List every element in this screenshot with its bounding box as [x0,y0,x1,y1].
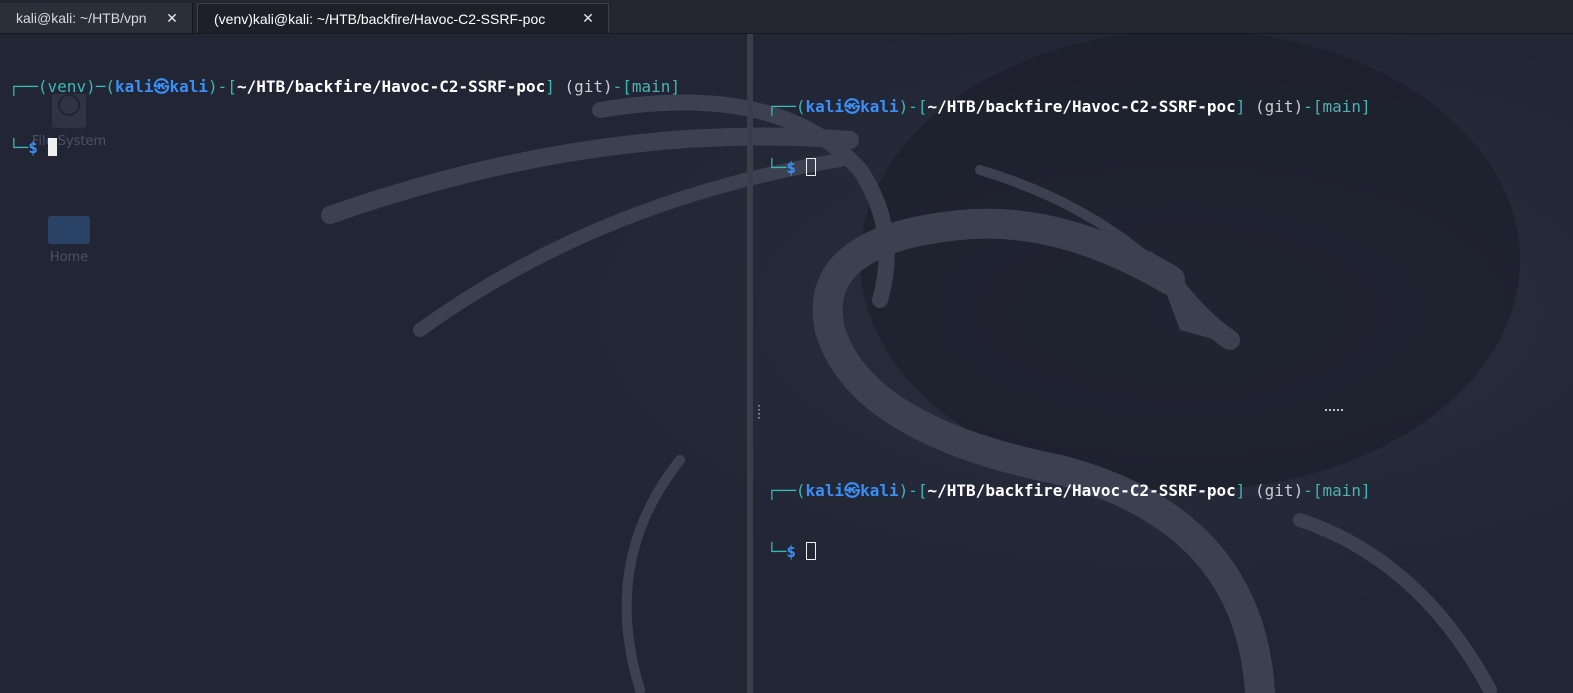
prompt-path: ~/HTB/backfire/Havoc-C2-SSRF-poc [236,77,546,96]
prompt-user-host: kali㉿kali [805,481,899,500]
prompt-frame: -[ [1303,97,1323,116]
git-indicator: (git) [1255,481,1304,500]
desktop-icon-home[interactable]: Home [9,216,129,265]
prompt-frame: ] [670,77,681,96]
input-line[interactable]: └─$ [9,138,744,159]
prompt-frame: ┌── [9,77,38,96]
input-line[interactable]: └─$ [767,158,1557,179]
prompt-frame: ─( [95,77,115,96]
prompt-frame: └─ [767,542,787,561]
prompt-frame: ] [1235,97,1256,116]
prompt-line: ┌──(kali㉿kali)-[~/HTB/backfire/Havoc-C2-… [767,481,1557,502]
prompt-user-host: kali㉿kali [805,97,899,116]
tab-title: kali@kali: ~/HTB/vpn [16,10,147,26]
terminal-tab-bar: kali@kali: ~/HTB/vpn ✕ (venv)kali@kali: … [0,0,1573,34]
close-icon[interactable]: ✕ [580,10,596,27]
terminal-pane-left[interactable]: ┌──(venv)─(kali㉿kali)-[~/HTB/backfire/Ha… [9,37,744,179]
prompt-symbol: $ [28,138,48,157]
prompt-frame: ┌──( [767,97,806,116]
prompt-path: ~/HTB/backfire/Havoc-C2-SSRF-poc [927,97,1236,116]
prompt-frame: )-[ [898,97,928,116]
prompt-frame: )-[ [208,77,237,96]
git-indicator: (git) [1255,97,1304,116]
prompt-symbol: $ [786,542,806,561]
tab-havoc-poc[interactable]: (venv)kali@kali: ~/HTB/backfire/Havoc-C2… [197,3,609,33]
prompt-frame: ┌──( [767,481,806,500]
terminal-pane-right-bottom[interactable]: ┌──(kali㉿kali)-[~/HTB/backfire/Havoc-C2-… [767,441,1557,583]
prompt-frame: ] [1235,481,1256,500]
prompt-frame: ] [1361,481,1371,500]
input-line[interactable]: └─$ [767,542,1557,563]
git-branch: main [1322,481,1361,500]
text-cursor [805,542,816,560]
prompt-user-host: kali㉿kali [114,77,209,96]
prompt-frame: ] [1361,97,1371,116]
tab-title: (venv)kali@kali: ~/HTB/backfire/Havoc-C2… [214,10,546,27]
terminal-pane-right-top[interactable]: ┌──(kali㉿kali)-[~/HTB/backfire/Havoc-C2-… [767,57,1557,199]
git-indicator: (git) [564,77,613,96]
prompt-frame: -[ [1303,481,1323,500]
prompt-line: ┌──(venv)─(kali㉿kali)-[~/HTB/backfire/Ha… [9,77,744,98]
prompt-frame: -[ [612,77,632,96]
prompt-line: ┌──(kali㉿kali)-[~/HTB/backfire/Havoc-C2-… [767,97,1557,118]
venv-indicator: (venv) [37,77,96,96]
desktop-icon-label: Home [49,250,89,265]
horizontal-split-grip-icon[interactable] [1325,409,1343,411]
prompt-frame: )-[ [898,481,928,500]
git-branch: main [1322,97,1361,116]
prompt-path: ~/HTB/backfire/Havoc-C2-SSRF-poc [927,481,1236,500]
prompt-frame: └─ [767,158,787,177]
text-cursor [805,158,816,176]
text-cursor [47,138,57,156]
prompt-frame: └─ [9,138,29,157]
home-folder-icon [48,216,90,244]
split-grip-icon[interactable]: · · · · [756,402,762,424]
prompt-frame: ] [545,77,565,96]
prompt-symbol: $ [786,158,806,177]
close-icon[interactable]: ✕ [164,10,180,27]
git-branch: main [631,77,671,96]
tab-vpn[interactable]: kali@kali: ~/HTB/vpn ✕ [0,3,193,33]
vertical-split-divider[interactable] [747,34,753,693]
